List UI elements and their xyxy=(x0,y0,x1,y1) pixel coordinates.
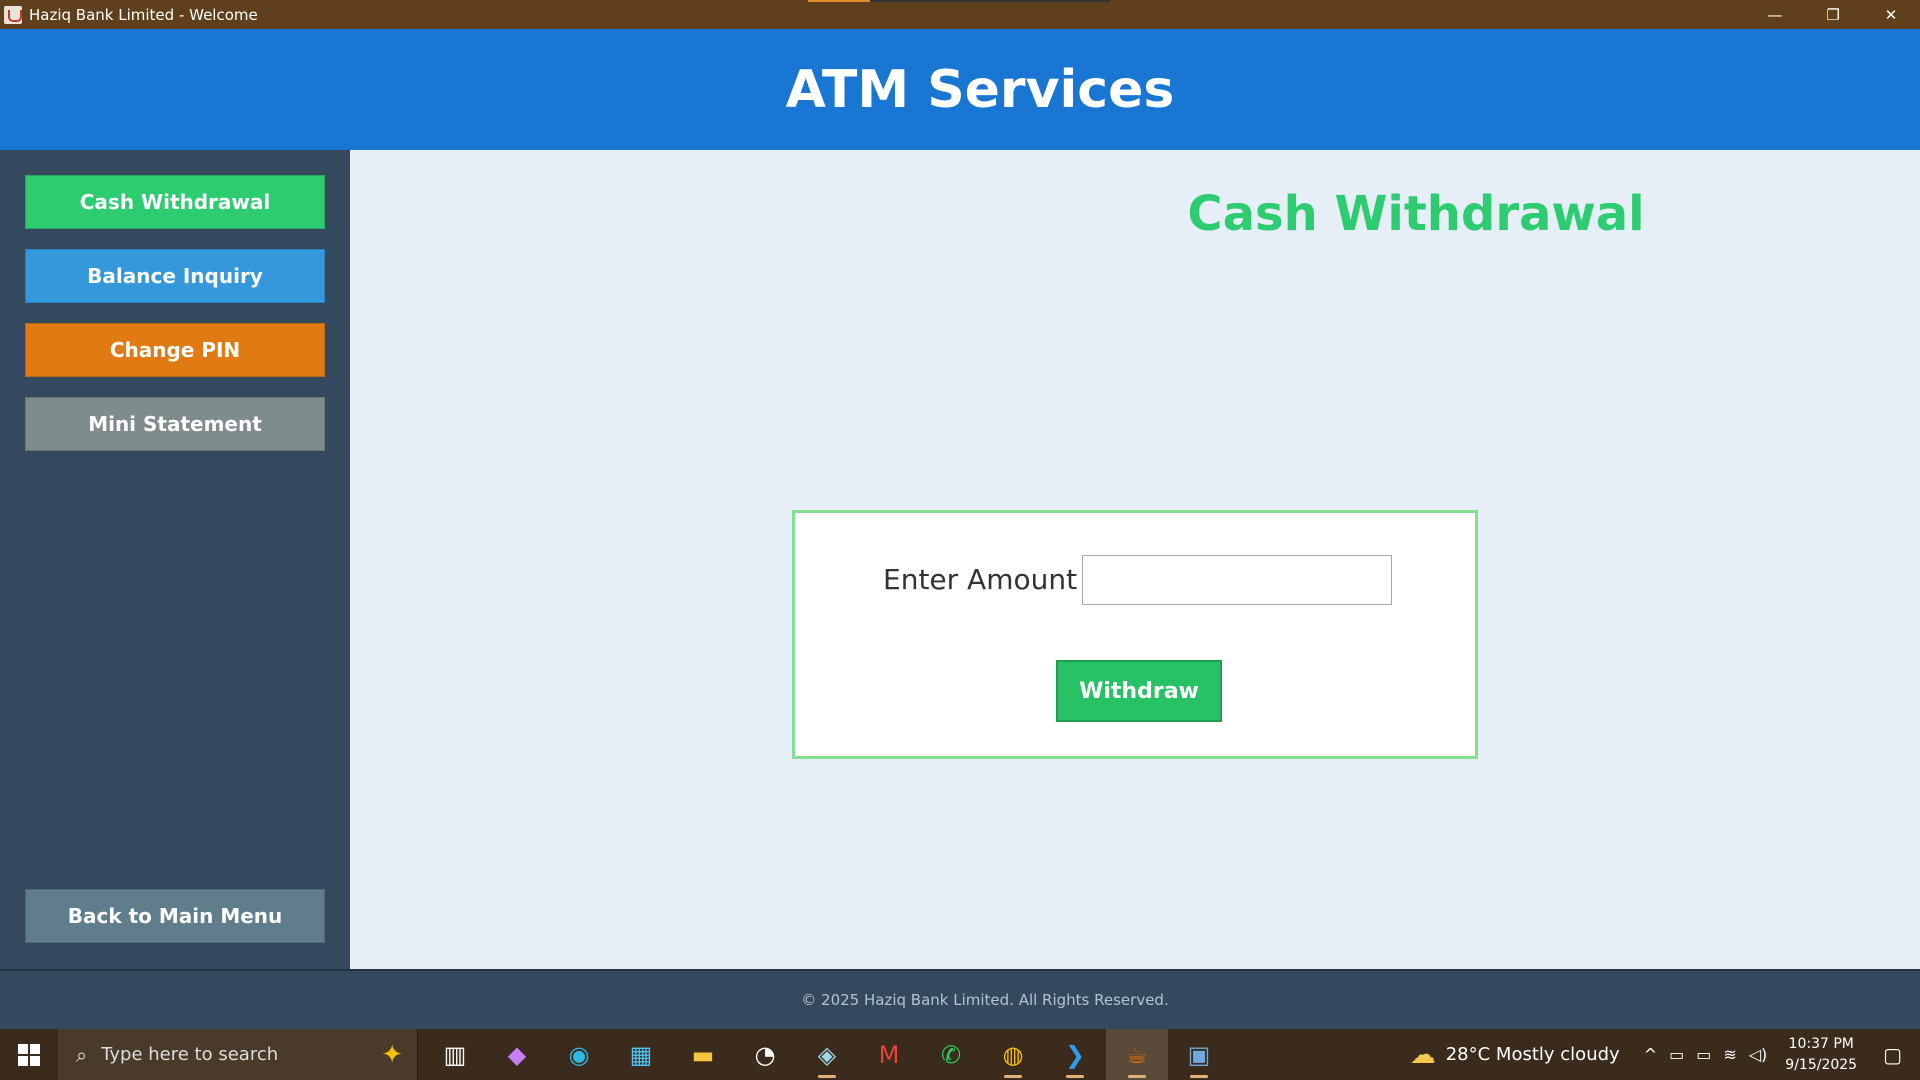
battery-icon[interactable]: ▭ xyxy=(1696,1045,1711,1064)
balance-inquiry-button[interactable]: Balance Inquiry xyxy=(25,249,325,303)
weather-widget[interactable]: ☁ 28°C Mostly cloudy xyxy=(1410,1040,1620,1070)
meet-icon[interactable]: ▭ xyxy=(1669,1045,1684,1064)
tray-icons: ^ ▭ ▭ ≋ ◁) xyxy=(1644,1045,1768,1064)
notification-icon[interactable]: ▢ xyxy=(1883,1043,1902,1067)
section-title: Cash Withdrawal xyxy=(1187,186,1645,242)
file-explorer-icon[interactable]: ▬ xyxy=(672,1029,734,1080)
volume-icon[interactable]: ◁) xyxy=(1749,1045,1768,1064)
mini-statement-button[interactable]: Mini Statement xyxy=(25,397,325,451)
clock-time: 10:37 PM xyxy=(1788,1035,1854,1052)
clock-date: 9/15/2025 xyxy=(1785,1056,1858,1073)
section-title-wrap: Cash Withdrawal xyxy=(350,186,1920,242)
mysql-workbench-icon[interactable]: ▣ xyxy=(1168,1029,1230,1080)
start-button[interactable] xyxy=(0,1029,58,1080)
amount-input[interactable] xyxy=(1082,555,1392,605)
windows-icon xyxy=(18,1043,40,1066)
withdrawal-form: Enter Amount Withdraw xyxy=(792,510,1478,759)
window-titlebar: Haziq Bank Limited - Welcome — ❐ ✕ xyxy=(0,0,1920,29)
whatsapp-icon[interactable]: ✆ xyxy=(920,1029,982,1080)
clock[interactable]: 10:37 PM 9/15/2025 xyxy=(1785,1034,1857,1076)
vscode-icon[interactable]: ❯ xyxy=(1044,1029,1106,1080)
taskbar: ⌕ Type here to search ✦ ▥ ◆ ◉ ▦ ▬ ◔ ◈ M … xyxy=(0,1029,1920,1080)
page-title: ATM Services xyxy=(785,59,1175,120)
java-icon[interactable]: ☕ xyxy=(1106,1029,1168,1080)
sparkle-icon: ✦ xyxy=(381,1039,403,1070)
titlebar-accent-dark xyxy=(870,0,1110,2)
main-panel: Cash Withdrawal Enter Amount Withdraw xyxy=(350,150,1920,969)
footer: © 2025 Haziq Bank Limited. All Rights Re… xyxy=(0,969,1920,1029)
amount-label: Enter Amount xyxy=(883,563,1078,596)
weather-cloud-icon: ☁ xyxy=(1409,1039,1436,1070)
task-view-icon[interactable]: ▥ xyxy=(424,1029,486,1080)
minimize-button[interactable]: — xyxy=(1746,0,1804,29)
cash-withdrawal-button[interactable]: Cash Withdrawal xyxy=(25,175,325,229)
edge-icon[interactable]: ◉ xyxy=(548,1029,610,1080)
restore-button[interactable]: ❐ xyxy=(1804,0,1862,29)
copyright-text: © 2025 Haziq Bank Limited. All Rights Re… xyxy=(801,991,1169,1009)
change-pin-button[interactable]: Change PIN xyxy=(25,323,325,377)
speedometer-icon[interactable]: ◔ xyxy=(734,1029,796,1080)
sidebar: Cash Withdrawal Balance Inquiry Change P… xyxy=(0,150,350,969)
window-title: Haziq Bank Limited - Welcome xyxy=(29,5,258,24)
java-app-icon xyxy=(4,5,22,24)
titlebar-accent xyxy=(808,0,870,2)
gmail-icon[interactable]: M xyxy=(858,1029,920,1080)
search-placeholder: Type here to search xyxy=(101,1044,279,1065)
search-icon: ⌕ xyxy=(76,1042,88,1067)
chrome-icon[interactable]: ◍ xyxy=(982,1029,1044,1080)
weather-text: 28°C Mostly cloudy xyxy=(1445,1044,1620,1065)
taskbar-apps: ▥ ◆ ◉ ▦ ▬ ◔ ◈ M ✆ ◍ ❯ ☕ ▣ xyxy=(424,1029,1230,1080)
app-header: ATM Services xyxy=(0,29,1920,150)
wifi-icon[interactable]: ≋ xyxy=(1723,1045,1736,1064)
system-tray: ☁ 28°C Mostly cloudy ^ ▭ ▭ ≋ ◁) 10:37 PM… xyxy=(1410,1029,1920,1080)
chevron-up-icon[interactable]: ^ xyxy=(1644,1045,1657,1064)
withdraw-button[interactable]: Withdraw xyxy=(1056,660,1222,722)
close-button[interactable]: ✕ xyxy=(1862,0,1920,29)
back-to-main-menu-button[interactable]: Back to Main Menu xyxy=(25,889,325,943)
store-icon[interactable]: ▦ xyxy=(610,1029,672,1080)
notes-icon[interactable]: ◈ xyxy=(796,1029,858,1080)
copilot-icon[interactable]: ◆ xyxy=(486,1029,548,1080)
taskbar-search[interactable]: ⌕ Type here to search ✦ xyxy=(58,1029,418,1080)
